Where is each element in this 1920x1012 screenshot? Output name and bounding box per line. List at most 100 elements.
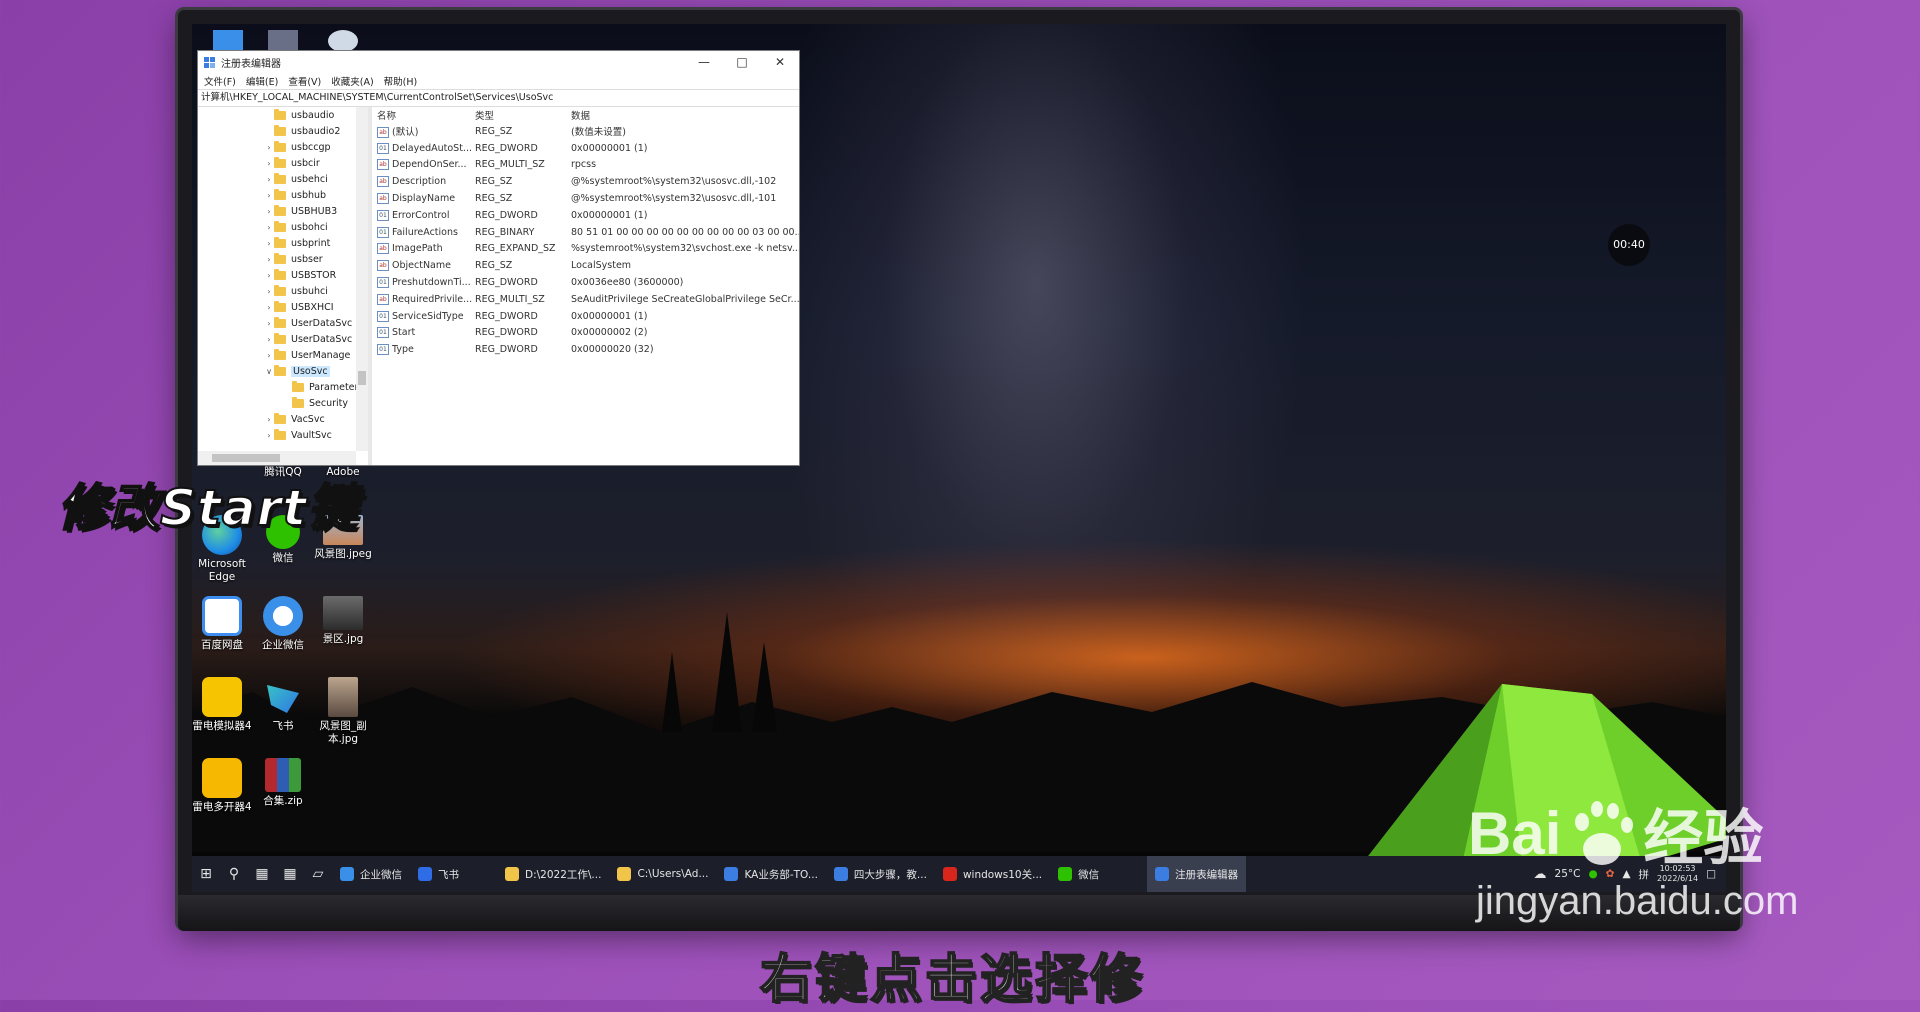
desktop-icon-ldplayer[interactable]: 雷电模拟器4 [190, 677, 254, 733]
taskbar-app-button[interactable]: KA业务部-TO... [716, 856, 825, 892]
menu-favorites[interactable]: 收藏夹(A) [331, 74, 373, 88]
desktop-icon-feishu[interactable]: 飞书 [251, 677, 315, 733]
taskbar-app-button[interactable]: C:\Users\Ad... [609, 856, 716, 892]
tree-vertical-scrollbar[interactable] [356, 107, 368, 451]
tree-node[interactable]: › USBHUB3 [198, 203, 368, 219]
window-title: 注册表编辑器 [221, 58, 281, 70]
menu-help[interactable]: 帮助(H) [384, 74, 418, 88]
registry-value-row[interactable]: 01 Start REG_DWORD 0x00000002 (2) [372, 325, 799, 342]
chevron-right-icon[interactable]: › [264, 239, 274, 248]
taskbar-app-button[interactable]: D:\2022工作\... [497, 856, 609, 892]
desktop-icon-scenic-jpg[interactable]: 景区.jpg [311, 596, 375, 646]
registry-value-row[interactable]: ab DisplayName REG_SZ @%systemroot%\system3… [372, 190, 799, 207]
taskbar-app-button[interactable]: 企业微信 [332, 856, 410, 892]
chevron-right-icon[interactable]: › [264, 175, 274, 184]
registry-value-row[interactable]: 01 PreshutdownTi... REG_DWORD 0x0036ee80 (3… [372, 274, 799, 291]
close-button[interactable]: ✕ [761, 55, 799, 69]
scrollbar-thumb[interactable] [212, 454, 280, 462]
registry-value-row[interactable]: ab Description REG_SZ @%systemroot%\system3… [372, 173, 799, 190]
registry-value-row[interactable]: 01 ServiceSidType REG_DWORD 0x00000001 (1) [372, 308, 799, 325]
value-data: 0x00000002 (2) [571, 327, 648, 339]
chevron-right-icon[interactable]: › [264, 431, 274, 440]
notes-icon[interactable]: ▱ [304, 866, 332, 882]
chevron-right-icon[interactable]: › [264, 191, 274, 200]
desktop-icon-partial-1[interactable] [213, 30, 243, 52]
tree-node[interactable]: › usbser [198, 251, 368, 267]
chevron-right-icon[interactable]: › [264, 271, 274, 280]
tree-node[interactable]: › USBSTOR [198, 267, 368, 283]
tree-node[interactable]: › usbohci [198, 219, 368, 235]
tree-node[interactable]: usbaudio [198, 107, 368, 123]
title-bar[interactable]: 注册表编辑器 — □ ✕ [198, 51, 799, 73]
address-bar[interactable]: 计算机\HKEY_LOCAL_MACHINE\SYSTEM\CurrentCon… [198, 89, 799, 107]
watermark-jingyan: 经验 [1643, 805, 1764, 872]
column-header-type[interactable]: 类型 [475, 108, 571, 122]
tree-node[interactable]: › usbprint [198, 235, 368, 251]
registry-value-row[interactable]: ab (默认) REG_SZ (数值未设置) [372, 123, 799, 140]
tree-node[interactable]: › usbhub [198, 187, 368, 203]
column-header-name[interactable]: 名称 [372, 108, 475, 122]
calculator-icon[interactable]: ▦ [276, 866, 304, 882]
tree-node[interactable]: › USBXHCI [198, 299, 368, 315]
chevron-right-icon[interactable]: › [264, 319, 274, 328]
tree-node[interactable]: ∨ UsoSvc [198, 363, 368, 379]
desktop-icon-landscape-copy[interactable]: 风景图_副本.jpg [311, 677, 375, 746]
value-type: REG_DWORD [475, 327, 538, 339]
minimize-button[interactable]: — [685, 55, 723, 69]
registry-value-row[interactable]: ab ObjectName REG_SZ LocalSystem [372, 257, 799, 274]
taskbar-app-button[interactable]: 四大步骤，教... [826, 856, 935, 892]
chevron-right-icon[interactable]: › [264, 415, 274, 424]
tree-node[interactable]: › usbccgp [198, 139, 368, 155]
tree-horizontal-scrollbar[interactable] [198, 451, 356, 465]
tree-node[interactable]: › VaultSvc [198, 427, 368, 443]
app-icon [724, 867, 739, 881]
registry-value-row[interactable]: ab DependOnSer... REG_MULTI_SZ rpcss [372, 157, 799, 174]
chevron-right-icon[interactable]: › [264, 287, 274, 296]
taskbar-app-button[interactable]: windows10关... [935, 856, 1050, 892]
tree-node[interactable]: › UserDataSvc [198, 331, 368, 347]
chevron-right-icon[interactable]: › [264, 335, 274, 344]
desktop-icon-baidu-netdisk[interactable]: 百度网盘 [190, 596, 254, 652]
tree-node[interactable]: Parameter [198, 379, 368, 395]
tree-node[interactable]: › UserDataSvc [198, 315, 368, 331]
tree-node[interactable]: › usbuhci [198, 283, 368, 299]
registry-value-row[interactable]: 01 FailureActions REG_BINARY 80 51 01 00 00… [372, 224, 799, 241]
taskbar-app-button[interactable]: 飞书 [410, 856, 467, 892]
registry-value-row[interactable]: 01 DelayedAutoSt... REG_DWORD 0x00000001 (1… [372, 140, 799, 157]
taskbar-app-button[interactable]: 微信 [1050, 856, 1107, 892]
desktop-icon-partial-2[interactable] [268, 30, 298, 52]
desktop-icon-zip[interactable]: 合集.zip [251, 758, 315, 808]
chevron-right-icon[interactable]: › [264, 351, 274, 360]
chevron-right-icon[interactable]: › [264, 255, 274, 264]
registry-value-row[interactable]: ab RequiredPrivile... REG_MULTI_SZ SeAuditP… [372, 291, 799, 308]
tree-node[interactable]: › usbehci [198, 171, 368, 187]
registry-value-row[interactable]: ab ImagePath REG_EXPAND_SZ %systemroot%\sys… [372, 241, 799, 258]
chevron-right-icon[interactable]: › [264, 207, 274, 216]
chevron-right-icon[interactable]: › [264, 303, 274, 312]
tree-node[interactable]: › usbcir [198, 155, 368, 171]
tree-node[interactable]: usbaudio2 [198, 123, 368, 139]
menu-file[interactable]: 文件(F) [204, 74, 236, 88]
search-icon[interactable]: ⚲ [220, 866, 248, 882]
registry-editor-window[interactable]: 注册表编辑器 — □ ✕ 文件(F) 编辑(E) 查看(V) 收藏夹(A) 帮助… [197, 50, 800, 466]
task-view-icon[interactable]: ▦ [248, 866, 276, 882]
menu-view[interactable]: 查看(V) [288, 74, 321, 88]
chevron-right-icon[interactable]: › [264, 223, 274, 232]
maximize-button[interactable]: □ [723, 55, 761, 69]
taskbar-app-button[interactable]: 注册表编辑器 [1147, 856, 1247, 892]
tree-node[interactable]: Security [198, 395, 368, 411]
menu-edit[interactable]: 编辑(E) [246, 74, 278, 88]
desktop-icon-ld-multi[interactable]: 雷电多开器4 [190, 758, 254, 814]
tree-node[interactable]: › VacSvc [198, 411, 368, 427]
column-header-data[interactable]: 数据 [571, 108, 799, 122]
registry-value-row[interactable]: 01 Type REG_DWORD 0x00000020 (32) [372, 341, 799, 358]
registry-value-row[interactable]: 01 ErrorControl REG_DWORD 0x00000001 (1) [372, 207, 799, 224]
start-icon[interactable]: ⊞ [192, 866, 220, 882]
desktop-icon-partial-3[interactable] [328, 30, 358, 52]
chevron-right-icon[interactable]: › [264, 143, 274, 152]
tree-node[interactable]: › UserManage [198, 347, 368, 363]
chevron-down-icon[interactable]: ∨ [264, 367, 274, 376]
desktop-icon-wecom[interactable]: 企业微信 [251, 596, 315, 652]
scrollbar-thumb[interactable] [358, 371, 366, 385]
chevron-right-icon[interactable]: › [264, 159, 274, 168]
